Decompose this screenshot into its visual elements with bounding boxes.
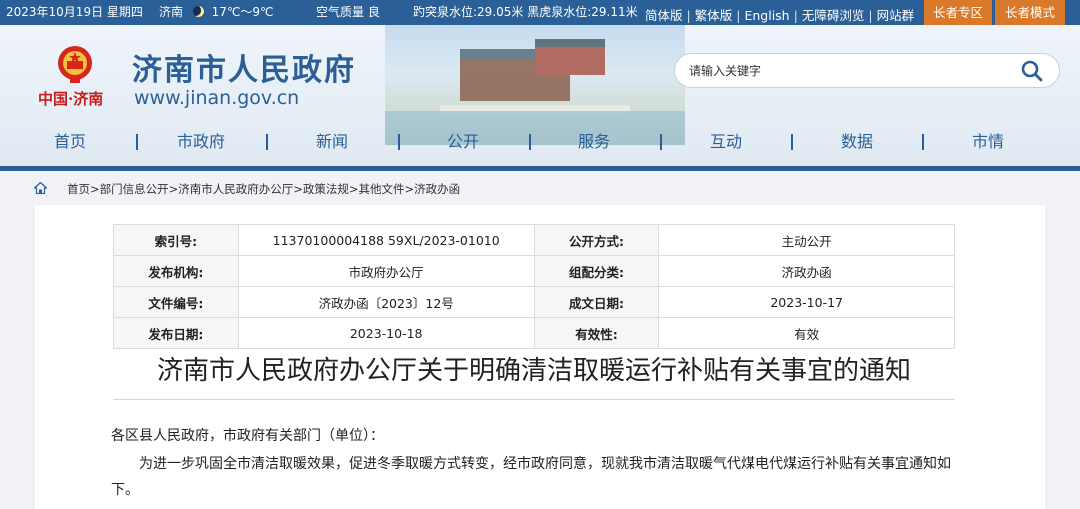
air-quality-text: 空气质量 良 [316, 5, 380, 19]
meta-row: 索引号: 11370100004188 59XL/2023-01010 公开方式: 主… [113, 224, 955, 256]
meta-value: 济政办函 [658, 255, 955, 287]
meta-value: 有效 [658, 317, 955, 349]
meta-value: 市政府办公厅 [237, 255, 535, 287]
nav-city-info[interactable]: 市情 [972, 131, 1004, 153]
meta-key: 组配分类: [533, 255, 660, 287]
top-bar: 2023年10月19日 星期四 济南 17℃～9℃ 空气质量 良 趵突泉水位:2… [0, 0, 1080, 25]
search-icon[interactable] [1020, 59, 1044, 83]
content-card: 索引号: 11370100004188 59XL/2023-01010 公开方式: 主… [35, 205, 1045, 509]
meta-key: 公开方式: [533, 224, 660, 256]
link-simplified[interactable]: 简体版 [645, 8, 683, 23]
nav-service[interactable]: 服务 [578, 131, 610, 153]
breadcrumb-path[interactable]: 首页>部门信息公开>济南市人民政府办公厅>政策法规>其他文件>济政办函 [67, 181, 460, 197]
meta-row: 发布机构: 市政府办公厅 组配分类: 济政办函 [113, 255, 955, 287]
meta-key: 成文日期: [533, 286, 660, 318]
spring-level-text: 趵突泉水位:29.05米 黑虎泉水位:29.11米 [413, 5, 638, 19]
link-english[interactable]: English [744, 8, 789, 23]
meta-key: 有效性: [533, 317, 660, 349]
header-banner-image [385, 25, 685, 145]
document-meta-table: 索引号: 11370100004188 59XL/2023-01010 公开方式: 主… [113, 224, 955, 349]
search-input[interactable] [689, 62, 1009, 80]
site-url: www.jinan.gov.cn [134, 87, 300, 109]
elder-zone-button[interactable]: 长者专区 [924, 0, 992, 25]
meta-key: 文件编号: [113, 286, 239, 318]
meta-value: 2023-10-18 [237, 317, 535, 349]
national-emblem-icon [58, 46, 92, 83]
search-box [674, 53, 1060, 88]
elder-mode-button[interactable]: 长者模式 [995, 0, 1065, 25]
nav-news[interactable]: 新闻 [316, 131, 348, 153]
meta-key: 索引号: [113, 224, 239, 256]
nav-interaction[interactable]: 互动 [710, 131, 742, 153]
link-accessibility[interactable]: 无障碍浏览 [802, 8, 865, 23]
meta-value: 主动公开 [658, 224, 955, 256]
nav-government[interactable]: 市政府 [177, 131, 225, 153]
version-links: 简体版 | 繁体版 | English | 无障碍浏览 | 网站群 [645, 8, 915, 23]
meta-key: 发布机构: [113, 255, 239, 287]
date-text: 2023年10月19日 星期四 [6, 5, 143, 19]
meta-key: 发布日期: [113, 317, 239, 349]
meta-row: 发布日期: 2023-10-18 有效性: 有效 [113, 317, 955, 349]
meta-value: 11370100004188 59XL/2023-01010 [237, 224, 535, 256]
moon-icon [192, 6, 204, 17]
city-text: 济南 [159, 5, 184, 19]
nav-public[interactable]: 公开 [447, 131, 479, 153]
site-header: 中国·济南 济南市人民政府 www.jinan.gov.cn 首页 市政府 新闻… [0, 25, 1080, 170]
meta-row: 文件编号: 济政办函〔2023〕12号 成文日期: 2023-10-17 [113, 286, 955, 318]
link-traditional[interactable]: 繁体版 [695, 8, 733, 23]
breadcrumb: 首页>部门信息公开>济南市人民政府办公厅>政策法规>其他文件>济政办函 [0, 171, 1080, 205]
home-icon[interactable] [34, 182, 47, 194]
title-divider [113, 399, 955, 400]
nav-home[interactable]: 首页 [54, 131, 86, 153]
city-logo-text: 中国·济南 [38, 90, 104, 108]
weather-info: 济南 17℃～9℃ [159, 5, 274, 20]
main-nav: 首页 市政府 新闻 公开 服务 互动 数据 市情 [0, 131, 1080, 153]
nav-data[interactable]: 数据 [841, 131, 873, 153]
document-title: 济南市人民政府办公厅关于明确清洁取暖运行补贴有关事宜的通知 [156, 356, 911, 386]
document-salutation: 各区县人民政府，市政府有关部门（单位）： [111, 428, 384, 444]
temperature-text: 17℃～9℃ [211, 5, 274, 19]
meta-value: 济政办函〔2023〕12号 [237, 286, 535, 318]
document-body: 为进一步巩固全市清洁取暖效果，促进冬季取暖方式转变，经市政府同意，现就我市清洁取… [111, 456, 951, 498]
link-site-group[interactable]: 网站群 [877, 8, 915, 23]
site-title[interactable]: 济南市人民政府 [132, 45, 356, 89]
meta-value: 2023-10-17 [658, 286, 955, 318]
